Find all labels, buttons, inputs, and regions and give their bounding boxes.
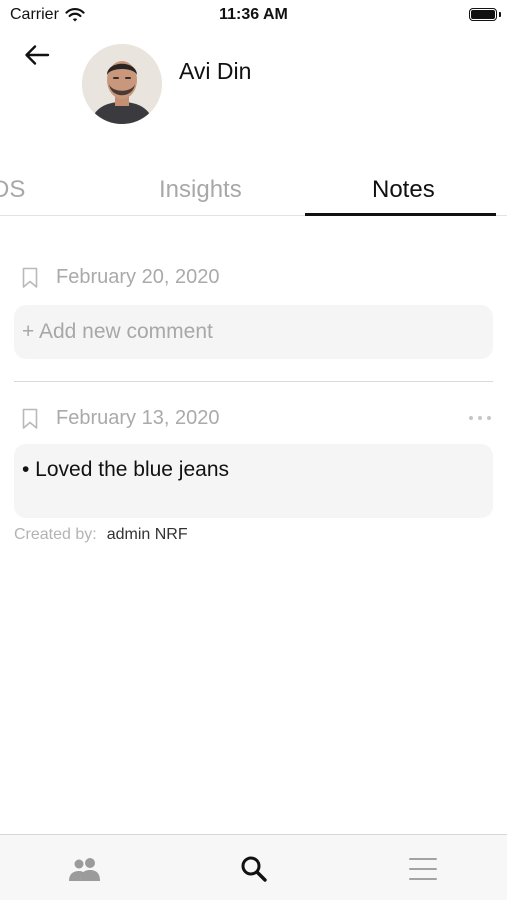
search-nav-button[interactable] <box>234 851 274 887</box>
created-by-label: Created by: <box>14 526 97 543</box>
status-bar: Carrier 11:36 AM <box>0 0 507 30</box>
note-text[interactable]: • Loved the blue jeans <box>14 444 493 518</box>
note-date: February 13, 2020 <box>56 407 220 429</box>
back-button[interactable] <box>22 40 52 70</box>
active-tab-indicator <box>305 213 496 216</box>
add-comment-input[interactable]: + Add new comment <box>14 305 493 359</box>
divider <box>14 381 493 382</box>
note-header: February 13, 2020 <box>22 407 219 430</box>
profile-name: Avi Din <box>179 58 252 84</box>
battery-tip <box>499 12 501 17</box>
more-horizontal-icon[interactable] <box>469 410 491 426</box>
note-author: Created by: admin NRF <box>14 526 188 544</box>
tab-insights[interactable]: Insights <box>159 176 242 204</box>
clock: 11:36 AM <box>219 6 288 23</box>
bottom-navigation <box>0 834 507 900</box>
new-note-date: February 20, 2020 <box>56 266 220 288</box>
bookmark-icon[interactable] <box>22 267 38 289</box>
menu-nav-button[interactable] <box>403 851 443 887</box>
people-nav-button[interactable] <box>65 851 105 887</box>
new-note-header: February 20, 2020 <box>22 266 219 289</box>
battery-icon <box>469 8 497 21</box>
tab-ds[interactable]: DS <box>0 176 25 204</box>
search-icon <box>241 856 267 882</box>
arrow-left-icon <box>25 45 50 65</box>
tab-bar: DS Insights Notes <box>0 168 507 216</box>
people-icon <box>69 858 100 881</box>
avatar[interactable] <box>82 44 162 124</box>
profile-photo <box>82 44 162 124</box>
bookmark-icon[interactable] <box>22 408 38 430</box>
tab-notes[interactable]: Notes <box>372 176 435 204</box>
menu-icon <box>409 858 437 880</box>
created-by-value: admin NRF <box>106 526 188 543</box>
